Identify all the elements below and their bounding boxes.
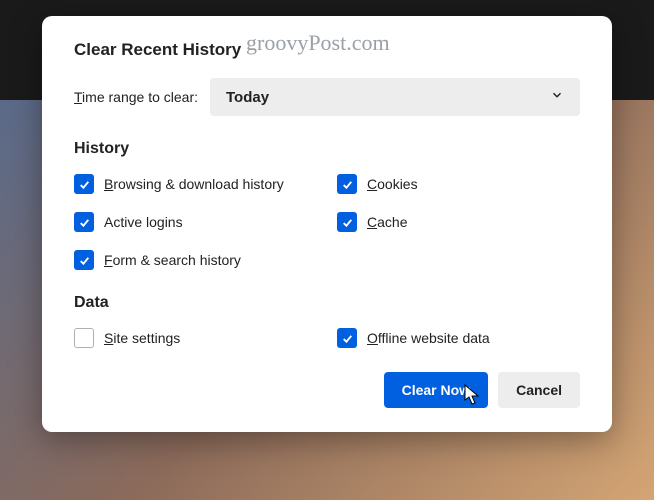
- checkbox-label: Form & search history: [104, 252, 241, 268]
- checkbox-cache[interactable]: Cache: [337, 212, 580, 232]
- dropdown-value: Today: [226, 89, 269, 106]
- time-range-row: Time range to clear: Today: [74, 78, 580, 116]
- checkbox-label: Site settings: [104, 330, 180, 346]
- checkbox-site-settings[interactable]: Site settings: [74, 328, 317, 348]
- checkbox-label: Offline website data: [367, 330, 490, 346]
- data-checkboxes: Site settings Offline website data: [74, 328, 580, 348]
- checkbox-offline-data[interactable]: Offline website data: [337, 328, 580, 348]
- checkbox-label: Active logins: [104, 214, 183, 230]
- chevron-down-icon: [550, 88, 564, 107]
- checkbox-icon: [74, 328, 94, 348]
- checkbox-icon: [337, 328, 357, 348]
- checkbox-label: Browsing & download history: [104, 176, 284, 192]
- checkbox-label: Cookies: [367, 176, 418, 192]
- checkbox-browsing[interactable]: Browsing & download history: [74, 174, 317, 194]
- time-range-label: Time range to clear:: [74, 89, 198, 105]
- dialog-buttons: Clear Now Cancel: [74, 372, 580, 408]
- checkbox-active-logins[interactable]: Active logins: [74, 212, 317, 232]
- dialog-title: Clear Recent History: [74, 40, 580, 60]
- cancel-button[interactable]: Cancel: [498, 372, 580, 408]
- checkbox-icon: [74, 174, 94, 194]
- time-range-dropdown[interactable]: Today: [210, 78, 580, 116]
- checkbox-icon: [337, 174, 357, 194]
- data-section-title: Data: [74, 294, 580, 312]
- checkbox-icon: [74, 250, 94, 270]
- checkbox-icon: [337, 212, 357, 232]
- checkbox-form-search[interactable]: Form & search history: [74, 250, 317, 270]
- history-section-title: History: [74, 140, 580, 158]
- history-checkboxes: Browsing & download history Cookies Acti…: [74, 174, 580, 270]
- clear-history-dialog: Clear Recent History Time range to clear…: [42, 16, 612, 432]
- checkbox-cookies[interactable]: Cookies: [337, 174, 580, 194]
- checkbox-label: Cache: [367, 214, 407, 230]
- clear-now-button[interactable]: Clear Now: [384, 372, 488, 408]
- checkbox-icon: [74, 212, 94, 232]
